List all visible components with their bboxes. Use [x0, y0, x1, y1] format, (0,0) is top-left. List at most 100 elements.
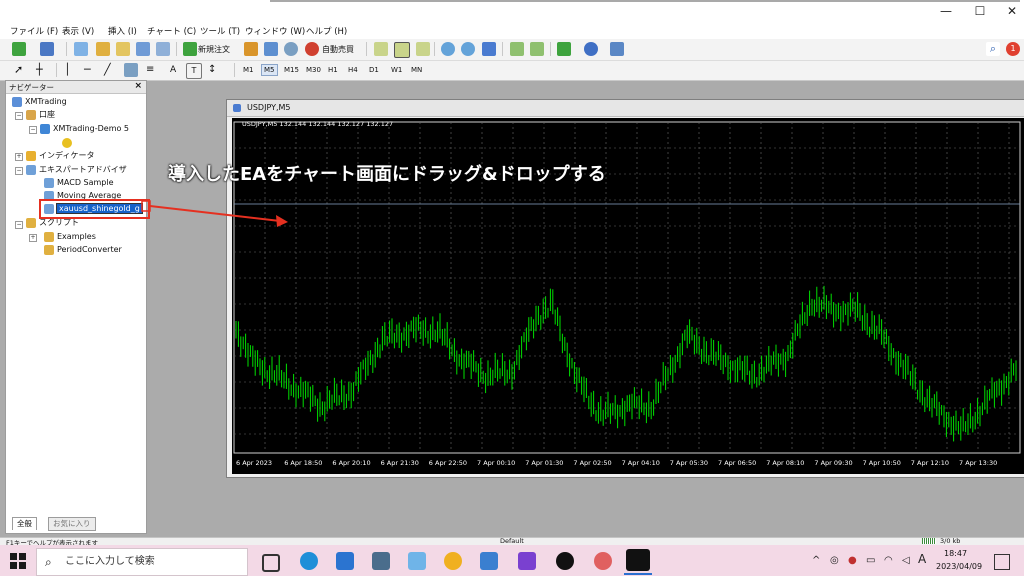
app-icon[interactable]	[480, 552, 498, 570]
expert-advisors-icon	[26, 164, 36, 175]
new-order-button[interactable]: 新規注文	[198, 44, 230, 55]
tree-root[interactable]: XMTrading	[12, 95, 67, 108]
menu-window[interactable]: ウィンドウ (W)	[245, 25, 305, 37]
channel-icon[interactable]	[124, 63, 138, 77]
tree-script-item[interactable]: PeriodConverter	[44, 243, 122, 256]
candlestick-icon[interactable]	[394, 42, 410, 58]
battery-icon[interactable]: ▭	[866, 555, 875, 566]
timeframe-m30[interactable]: M30	[304, 65, 323, 75]
tree-expert-advisors[interactable]: エキスパートアドバイザ	[26, 163, 127, 176]
notification-center-icon[interactable]	[994, 554, 1010, 570]
vertical-line-icon[interactable]: │	[64, 63, 78, 77]
timeframe-m1[interactable]: M1	[241, 65, 256, 75]
tab-favorites[interactable]: お気に入り	[48, 517, 96, 531]
menu-view[interactable]: 表示 (V)	[62, 25, 94, 37]
app-icon[interactable]	[444, 552, 462, 570]
tree-root-label: XMTrading	[25, 97, 67, 106]
market-icon[interactable]	[284, 42, 298, 56]
templates-icon[interactable]	[610, 42, 624, 56]
tester-icon[interactable]	[156, 42, 170, 56]
timeframe-m5[interactable]: M5	[261, 64, 278, 76]
tab-general[interactable]: 全般	[12, 517, 37, 530]
close-button[interactable]: ✕	[994, 3, 1024, 19]
tree-account-demo[interactable]: XMTrading-Demo 5	[40, 122, 129, 135]
fibonacci-icon[interactable]: ≡	[146, 63, 160, 77]
auto-scroll-icon[interactable]	[510, 42, 524, 56]
cursor-icon[interactable]: ➚	[14, 63, 28, 77]
market-watch-icon[interactable]	[74, 42, 88, 56]
volume-icon[interactable]: ◁	[902, 555, 910, 566]
menu-insert[interactable]: 挿入 (I)	[108, 25, 137, 37]
bar-chart-icon[interactable]	[374, 42, 388, 56]
new-order-icon[interactable]	[183, 42, 197, 56]
task-view-icon[interactable]	[262, 554, 280, 572]
tree-script-item[interactable]: Examples	[44, 230, 96, 243]
calendar-icon[interactable]	[336, 552, 354, 570]
maximize-button[interactable]: ☐	[962, 3, 998, 19]
menu-tools[interactable]: ツール (T)	[200, 25, 240, 37]
arrows-icon[interactable]: ↕	[208, 63, 222, 77]
indicators-icon[interactable]	[557, 42, 571, 56]
timeframe-d1[interactable]: D1	[367, 65, 381, 75]
edge-icon[interactable]	[300, 552, 318, 570]
ime-indicator[interactable]: A	[918, 552, 926, 566]
wifi-icon[interactable]: ◠	[884, 555, 893, 566]
text-label-icon[interactable]: T	[186, 63, 202, 79]
trendline-icon[interactable]: ╱	[104, 63, 118, 77]
expand-toggle[interactable]: −	[15, 167, 23, 175]
tray-app-icon[interactable]: ●	[848, 555, 857, 566]
text-tool[interactable]: A	[170, 65, 176, 75]
timeframe-w1[interactable]: W1	[389, 65, 404, 75]
expand-toggle[interactable]: −	[29, 126, 37, 134]
crosshair-icon[interactable]: ┼	[36, 63, 50, 77]
new-chart-icon[interactable]	[12, 42, 26, 56]
menu-file[interactable]: ファイル (F)	[10, 25, 58, 37]
line-studies-toolbar: ➚ ┼ │ ─ ╱ ≡ A T ↕ M1 M5 M15 M30 H1 H4 D1…	[0, 61, 1024, 81]
navigator-icon[interactable]	[116, 42, 130, 56]
expand-toggle[interactable]: +	[15, 153, 23, 161]
minimize-button[interactable]: —	[928, 3, 964, 19]
expand-toggle[interactable]: −	[15, 112, 23, 120]
menu-help[interactable]: ヘルプ (H)	[306, 25, 347, 37]
tree-user[interactable]	[62, 136, 75, 149]
app-icon[interactable]	[518, 552, 536, 570]
expand-toggle[interactable]: +	[29, 234, 37, 242]
zoom-out-icon[interactable]	[461, 42, 475, 56]
chart-shift-icon[interactable]	[530, 42, 544, 56]
clock-time[interactable]: 18:47	[944, 549, 967, 558]
signals-icon[interactable]	[264, 42, 278, 56]
line-chart-icon[interactable]	[416, 42, 430, 56]
app-icon[interactable]	[556, 552, 574, 570]
calculator-icon[interactable]	[372, 552, 390, 570]
tree-indicators[interactable]: インディケータ	[26, 149, 94, 162]
mt4-taskbar-icon[interactable]	[626, 549, 650, 571]
menu-chart[interactable]: チャート (C)	[147, 25, 196, 37]
app-icon[interactable]	[594, 552, 612, 570]
tile-windows-icon[interactable]	[482, 42, 496, 56]
tray-chevron-icon[interactable]: ^	[812, 555, 820, 566]
profiles-icon[interactable]	[40, 42, 54, 56]
terminal-icon[interactable]	[136, 42, 150, 56]
timeframe-m15[interactable]: M15	[282, 65, 301, 75]
tree-ea-item[interactable]: MACD Sample	[44, 176, 114, 189]
clock-date[interactable]: 2023/04/09	[936, 562, 982, 571]
auto-trading-button[interactable]: 自動売買	[322, 44, 354, 55]
zoom-in-icon[interactable]	[441, 42, 455, 56]
metaeditor-icon[interactable]	[244, 42, 258, 56]
tree-accounts[interactable]: 口座	[26, 108, 55, 121]
periods-icon[interactable]	[584, 42, 598, 56]
data-window-icon[interactable]	[96, 42, 110, 56]
notification-badge[interactable]: 1	[1006, 42, 1020, 56]
windows-start-icon[interactable]	[10, 553, 26, 569]
taskbar-search-box[interactable]: ⌕ ここに入力して検索	[36, 548, 248, 576]
search-icon[interactable]: ⌕	[986, 42, 1000, 56]
horizontal-line-icon[interactable]: ─	[84, 63, 98, 77]
file-icon[interactable]	[408, 552, 426, 570]
timeframe-h1[interactable]: H1	[326, 65, 340, 75]
expand-toggle[interactable]: −	[15, 221, 23, 229]
navigator-close-icon[interactable]: ×	[134, 81, 142, 91]
auto-trading-icon[interactable]	[305, 42, 319, 56]
timeframe-mn[interactable]: MN	[409, 65, 424, 75]
tray-app-icon[interactable]: ◎	[830, 555, 839, 566]
timeframe-h4[interactable]: H4	[346, 65, 360, 75]
